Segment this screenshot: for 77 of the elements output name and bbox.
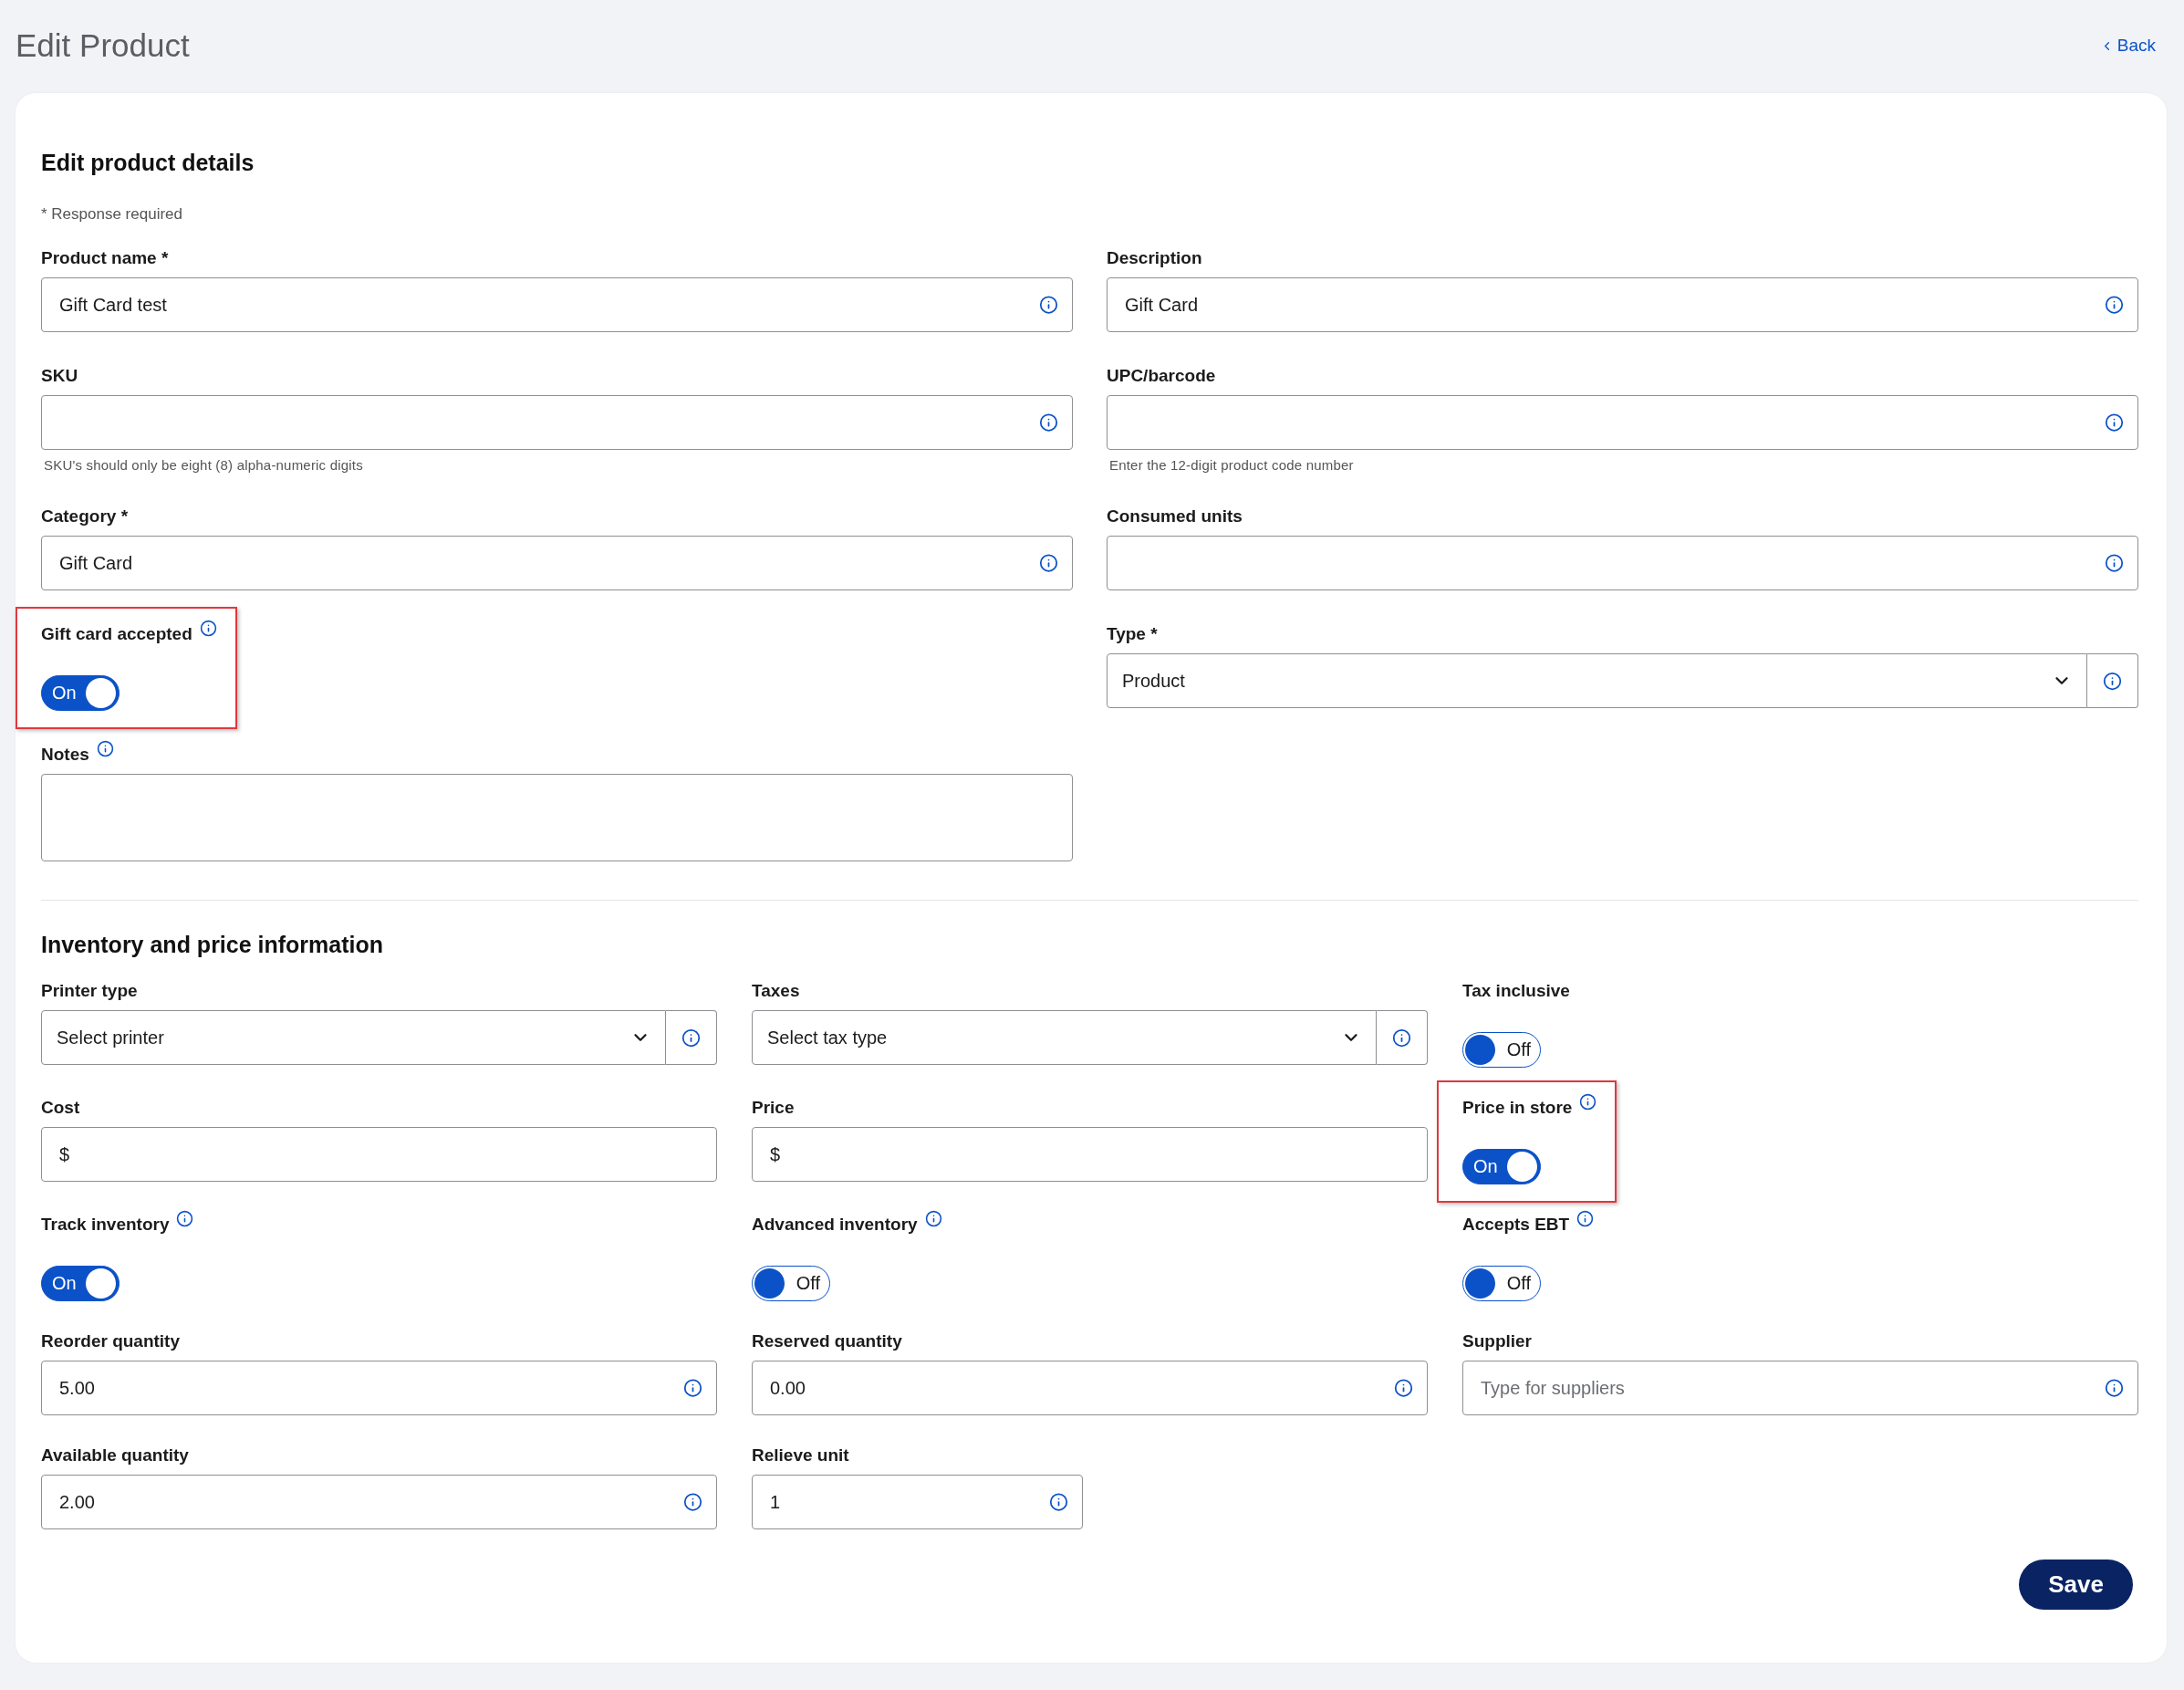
field-label: Product name * xyxy=(41,247,169,268)
info-button[interactable] xyxy=(666,1010,717,1065)
input-field[interactable]: Type for suppliers xyxy=(1462,1361,2138,1415)
field-label: Supplier xyxy=(1462,1330,1532,1351)
field-label: Advanced inventory xyxy=(752,1214,918,1235)
field-label: Cost xyxy=(41,1097,80,1118)
section-heading: Inventory and price information xyxy=(41,932,385,958)
info-button[interactable] xyxy=(2087,653,2138,708)
info-icon[interactable] xyxy=(1579,1093,1597,1111)
field-label: Description xyxy=(1107,247,1202,268)
input-field[interactable]: Gift Card xyxy=(41,536,1073,590)
input-field[interactable]: 0.00 xyxy=(752,1361,1428,1415)
toggle-switch[interactable]: On xyxy=(41,1266,120,1301)
info-icon xyxy=(681,1028,701,1048)
field-label: Taxes xyxy=(752,980,800,1001)
helper-text: Enter the 12-digit product code number xyxy=(1108,457,1355,473)
input-field[interactable] xyxy=(1107,536,2138,590)
notes-field[interactable] xyxy=(41,774,1073,861)
field-label: Price in store xyxy=(1462,1097,1573,1118)
field-label: Gift card accepted xyxy=(41,623,192,644)
input-field[interactable]: 2.00 xyxy=(41,1475,717,1529)
info-icon[interactable] xyxy=(1039,412,1058,433)
field-label: Consumed units xyxy=(1107,506,1243,527)
toggle-switch[interactable]: Off xyxy=(1462,1266,1541,1301)
select-field[interactable]: Select printer xyxy=(41,1010,666,1065)
input-field[interactable] xyxy=(41,395,1073,450)
info-icon[interactable] xyxy=(683,1492,702,1512)
input-field[interactable]: $ xyxy=(752,1127,1428,1182)
toggle-switch[interactable]: On xyxy=(41,675,120,711)
input-field[interactable]: 1 xyxy=(752,1475,1084,1529)
helper-text: SKU's should only be eight (8) alpha-numeric digits xyxy=(43,457,364,473)
field-label: Track inventory xyxy=(41,1214,170,1235)
select-field[interactable]: Product xyxy=(1107,653,2087,708)
field-label: UPC/barcode xyxy=(1107,365,1216,386)
info-icon[interactable] xyxy=(1576,1210,1595,1227)
page-title: Edit Product xyxy=(16,27,190,64)
field-label: Type * xyxy=(1107,623,1158,644)
info-icon[interactable] xyxy=(1039,295,1058,315)
toggle-switch[interactable]: Off xyxy=(752,1266,830,1301)
input-field[interactable]: Gift Card xyxy=(1107,277,2138,332)
field-label: SKU xyxy=(41,365,78,386)
section-heading: Edit product details xyxy=(41,150,255,176)
info-icon[interactable] xyxy=(96,740,114,757)
info-icon[interactable] xyxy=(1039,553,1058,573)
info-icon[interactable] xyxy=(176,1210,194,1227)
save-button[interactable]: Save xyxy=(2019,1560,2133,1610)
field-label: Available quantity xyxy=(41,1445,189,1466)
field-label: Price xyxy=(752,1097,795,1118)
input-field[interactable]: $ xyxy=(41,1127,717,1182)
toggle-switch[interactable]: On xyxy=(1462,1149,1541,1184)
input-field[interactable]: Gift Card test xyxy=(41,277,1073,332)
field-label: Relieve unit xyxy=(752,1445,849,1466)
info-icon[interactable] xyxy=(2105,295,2124,315)
info-icon[interactable] xyxy=(199,620,217,637)
input-field[interactable] xyxy=(1107,395,2138,450)
info-icon[interactable] xyxy=(1049,1492,1069,1512)
required-note: * Response required xyxy=(41,205,183,224)
info-button[interactable] xyxy=(1377,1010,1428,1065)
info-icon[interactable] xyxy=(2105,553,2124,573)
field-label: Reorder quantity xyxy=(41,1330,181,1351)
info-icon[interactable] xyxy=(1394,1378,1413,1398)
field-label: Category * xyxy=(41,506,129,527)
info-icon xyxy=(1392,1028,1411,1048)
info-icon[interactable] xyxy=(924,1210,942,1227)
info-icon xyxy=(2103,671,2122,691)
field-label: Notes xyxy=(41,744,89,765)
toggle-switch[interactable]: Off xyxy=(1462,1032,1541,1068)
info-icon[interactable] xyxy=(2105,1378,2124,1398)
info-icon[interactable] xyxy=(683,1378,702,1398)
field-label: Tax inclusive xyxy=(1462,980,1570,1001)
input-field[interactable]: 5.00 xyxy=(41,1361,717,1415)
field-label: Accepts EBT xyxy=(1462,1214,1570,1235)
select-field[interactable]: Select tax type xyxy=(752,1010,1377,1065)
info-icon[interactable] xyxy=(2105,412,2124,433)
field-label: Printer type xyxy=(41,980,138,1001)
back-link[interactable]: Back xyxy=(2099,36,2156,56)
field-label: Reserved quantity xyxy=(752,1330,902,1351)
